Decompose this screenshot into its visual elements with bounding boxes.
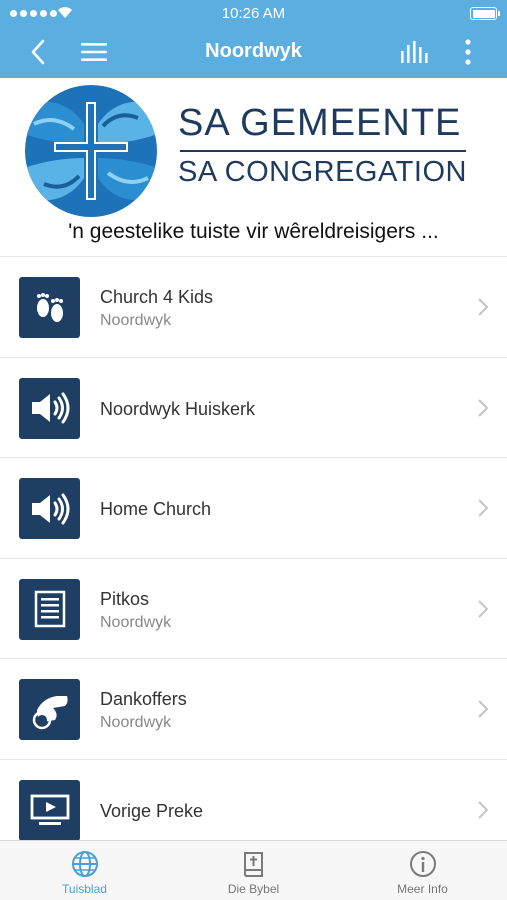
brand-name-english: SA CONGREGATION (178, 156, 467, 188)
tab-tuisblad[interactable]: Tuisblad (0, 841, 169, 900)
list-item-title: Home Church (100, 499, 212, 519)
tab-label: Die Bybel (227, 882, 280, 896)
brand-divider (180, 150, 466, 152)
list-item-subtitle: Noordwyk (100, 714, 172, 731)
list-item-tile (19, 478, 80, 539)
tab-label: Meer Info (397, 882, 448, 896)
list-item-text: Vorige Preke (100, 801, 203, 822)
status-time: 10:26 AM (221, 5, 286, 22)
tagline: 'n geestelike tuiste vir wêreldreisigers… (68, 220, 439, 243)
list-item-title: Noordwyk Huiskerk (100, 398, 256, 419)
list-item-tile (19, 578, 80, 640)
status-bar: 10:26 AM (0, 0, 507, 26)
list-item-title: Vorige Preke (100, 800, 204, 821)
info-icon (409, 851, 436, 877)
chevron-right-icon (478, 499, 489, 517)
list-item-tile (19, 679, 80, 740)
chevron-right-icon (478, 599, 489, 618)
tab-meer-info[interactable]: Meer Info (338, 841, 507, 900)
list-item-text: Dankoffers Noordwyk (100, 689, 187, 733)
globe-icon (71, 851, 98, 877)
chevron-right-icon (478, 800, 489, 819)
tab-bar: Tuisblad Die Bybel Meer Info (0, 840, 507, 900)
list-item-title: Dankoffers (100, 689, 187, 709)
battery-icon (470, 7, 500, 20)
list-item-home-church[interactable]: Home Church (0, 457, 507, 558)
list-item-pitkos[interactable]: Pitkos Noordwyk (0, 557, 507, 658)
list-item-title: Church 4 Kids (100, 287, 214, 307)
navigation-bar: Noordwyk (0, 26, 507, 78)
list-item-tile (19, 779, 80, 841)
speaker-icon (31, 493, 69, 524)
footprints-icon (36, 292, 63, 322)
list-item-title: Pitkos (100, 588, 150, 609)
list-item-text: Church 4 Kids Noordwyk (100, 287, 213, 331)
menu-list: Church 4 Kids Noordwyk Noordwyk Huiskerk (0, 256, 507, 859)
speaker-icon (31, 392, 69, 424)
stats-button[interactable] (396, 34, 432, 70)
list-item-subtitle: Noordwyk (100, 312, 172, 329)
brand-name-afrikaans: SA GEMEENTE (178, 102, 462, 144)
list-item-subtitle: Noordwyk (100, 613, 172, 631)
video-screen-icon (30, 794, 69, 825)
more-options-button[interactable] (450, 34, 486, 70)
bible-icon (243, 852, 263, 877)
list-item-noordwyk-huiskerk[interactable]: Noordwyk Huiskerk (0, 356, 507, 457)
list-item-tile (19, 377, 80, 439)
list-item-tile (19, 277, 80, 338)
chevron-right-icon (478, 700, 489, 718)
chevron-right-icon (478, 298, 489, 316)
document-icon (34, 590, 65, 628)
giving-hand-icon (32, 695, 68, 729)
tab-label: Tuisblad (62, 882, 107, 896)
church-logo-icon (25, 85, 157, 217)
list-item-dankoffers[interactable]: Dankoffers Noordwyk (0, 658, 507, 759)
top-bar: 10:26 AM Noordwyk (0, 0, 507, 78)
list-item-text: Noordwyk Huiskerk (100, 399, 255, 420)
chevron-right-icon (478, 398, 489, 417)
more-vertical-icon (465, 39, 471, 65)
list-item-church-4-kids[interactable]: Church 4 Kids Noordwyk (0, 256, 507, 357)
list-item-text: Pitkos Noordwyk (100, 589, 171, 633)
tab-die-bybel[interactable]: Die Bybel (169, 841, 338, 900)
bar-chart-icon (401, 41, 428, 63)
list-item-text: Home Church (100, 499, 211, 520)
